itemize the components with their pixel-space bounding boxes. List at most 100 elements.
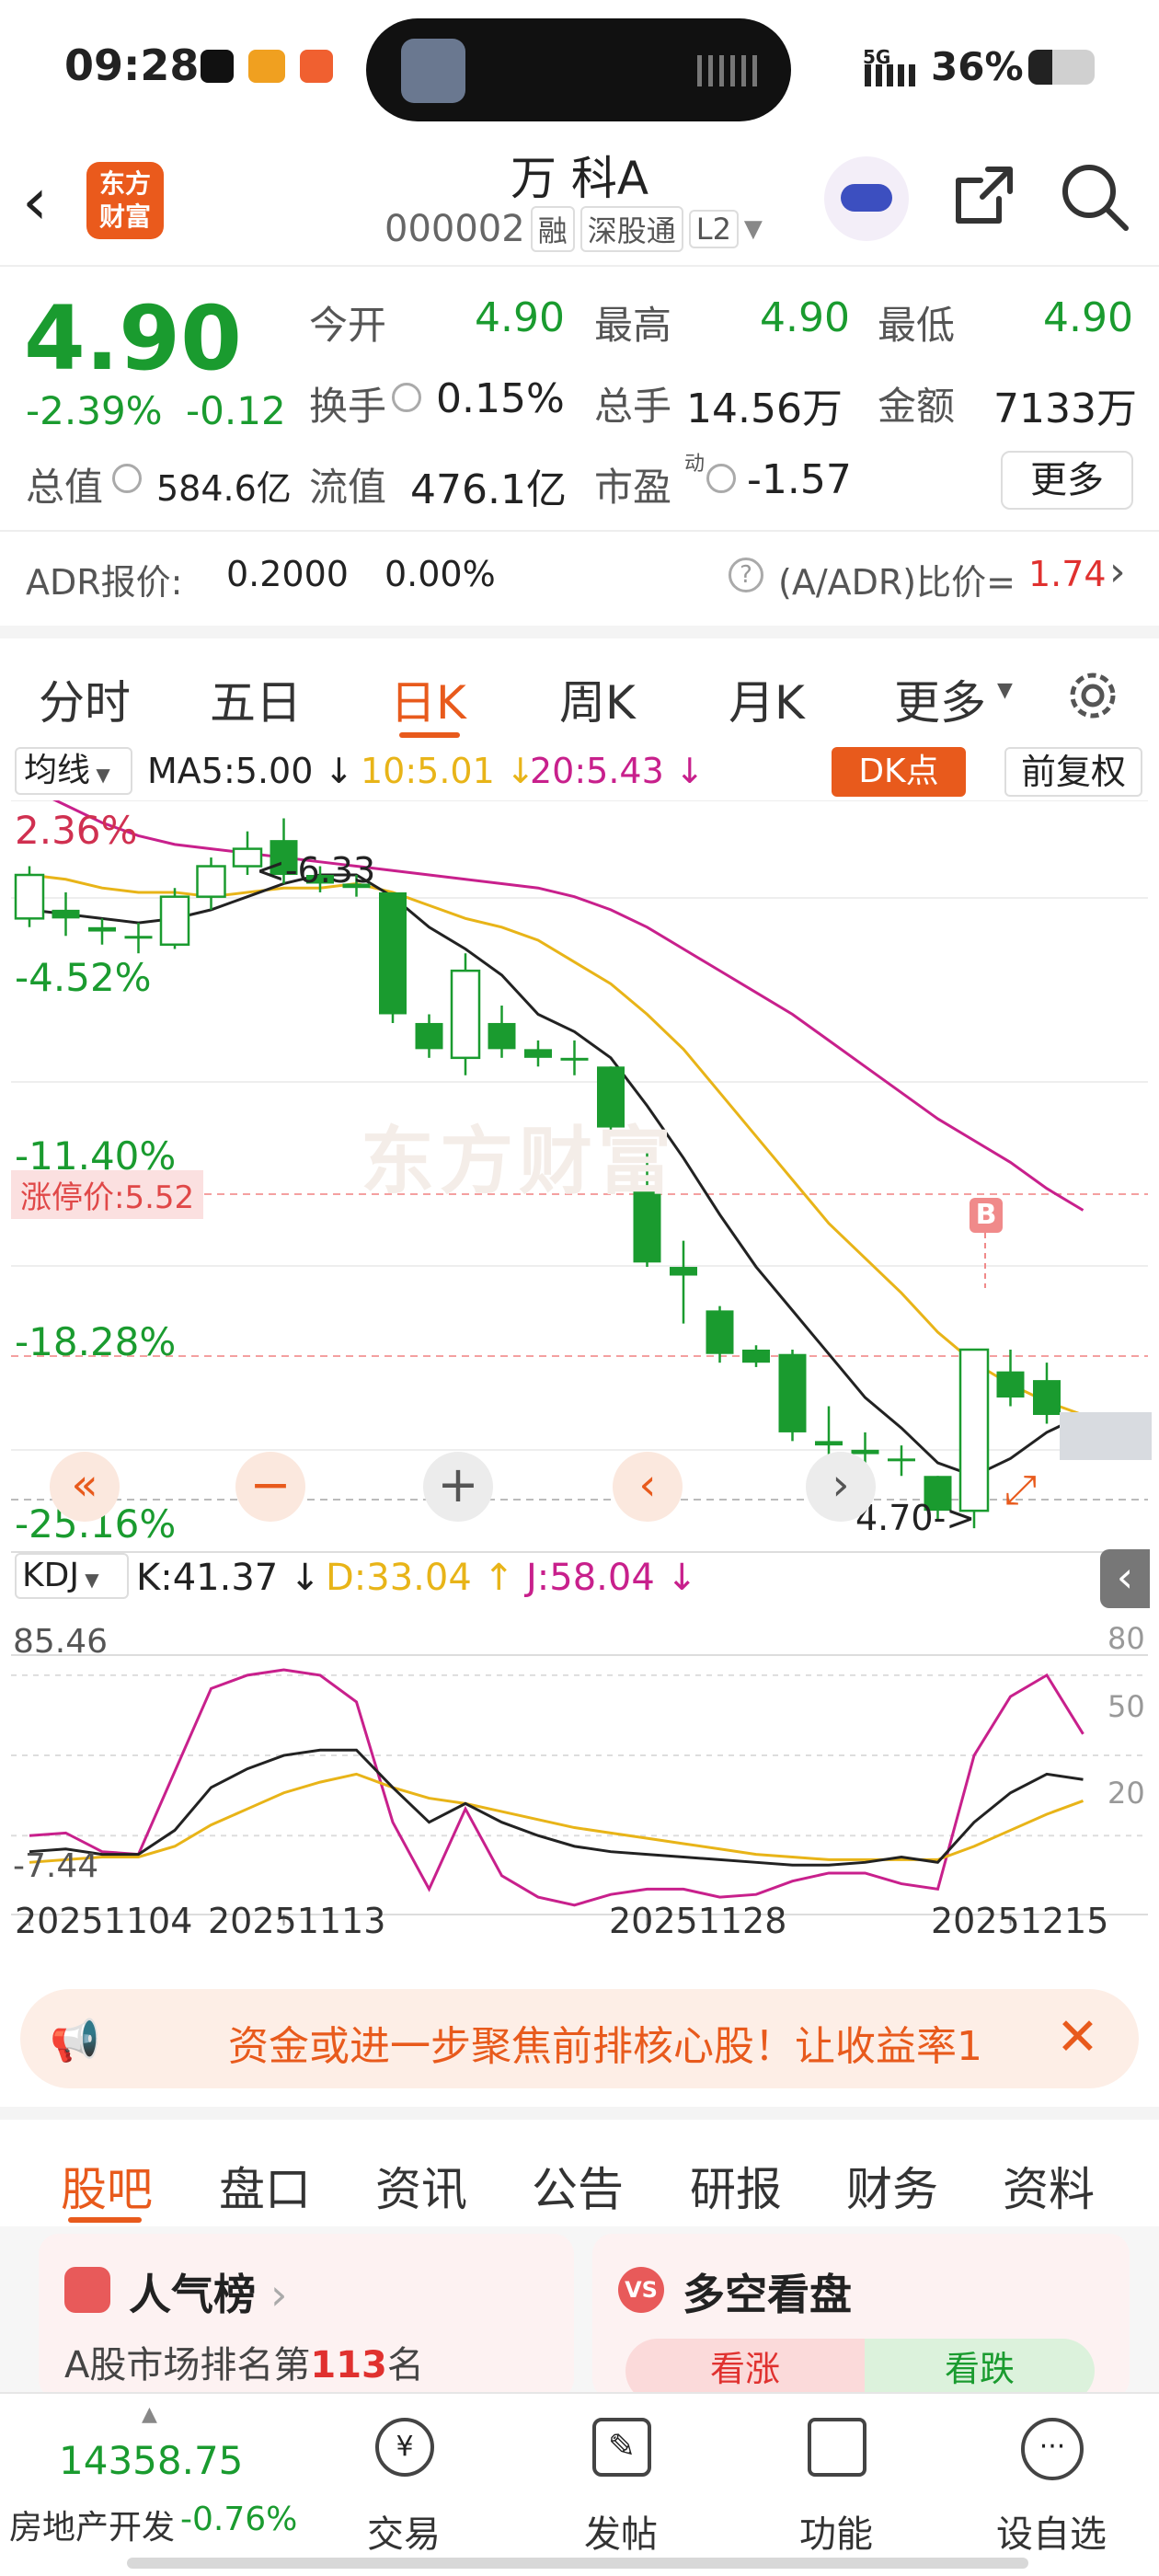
- quote-panel: 4.90 -2.39% -0.12 今开 4.90 最高 4.90 最低 4.9…: [0, 267, 1159, 626]
- active-tab-indicator: [68, 2217, 142, 2223]
- post-button[interactable]: ✎ 发帖: [515, 2394, 727, 2576]
- bull-bear-card[interactable]: VS 多空看盘 看涨 看跌: [592, 2234, 1130, 2403]
- content-tabs: 股吧 盘口 资讯 公告 研报 财务 资料: [0, 2107, 1159, 2226]
- scroll-left-icon[interactable]: ‹: [613, 1452, 683, 1522]
- share-icon[interactable]: [951, 162, 1017, 228]
- candle-body: [524, 1049, 552, 1058]
- high-annotation: <-6.33: [256, 850, 376, 891]
- chevron-down-icon: ▼: [743, 215, 763, 243]
- tab-daily-k[interactable]: 日K: [390, 666, 466, 732]
- date-label: 20251104: [15, 1901, 193, 1941]
- adr-ratio-label: (A/ADR)比价=: [778, 562, 1016, 603]
- limit-up-label: 涨停价:5.52: [11, 1170, 204, 1219]
- tab-order-book[interactable]: 盘口: [219, 2153, 311, 2219]
- audio-wave-icon: [697, 55, 762, 86]
- kdj-tick-50: 50: [1107, 1689, 1145, 1724]
- y-tick-top: 2.36%: [15, 808, 138, 853]
- tab-forum[interactable]: 股吧: [61, 2153, 153, 2219]
- chevron-right-icon[interactable]: ›: [1109, 548, 1126, 595]
- tab-finance[interactable]: 财务: [846, 2153, 938, 2219]
- amount-value: 7133万: [993, 385, 1137, 432]
- candle-body: [52, 909, 80, 919]
- cards-row: 人气榜 › A股市场排名第113名 VS 多空看盘 看涨 看跌: [0, 2226, 1159, 2403]
- media-thumbnail-icon: [401, 39, 465, 103]
- grid-icon: [808, 2418, 866, 2477]
- stock-name: 万 科A: [510, 152, 649, 205]
- pe-label: 市盈: [594, 465, 672, 510]
- ma20-legend: 20:5.43 ↓: [530, 751, 705, 791]
- tab-intraday[interactable]: 分时: [39, 666, 131, 732]
- tab-profile[interactable]: 资料: [1003, 2153, 1095, 2219]
- message-icon: [300, 50, 333, 83]
- tab-weekly-k[interactable]: 周K: [559, 666, 636, 732]
- popularity-title: 人气榜 ›: [129, 2270, 288, 2319]
- help-icon[interactable]: ?: [729, 558, 763, 592]
- indicator-selector[interactable]: KDJ ▼: [15, 1553, 129, 1599]
- zoom-in-icon[interactable]: +: [423, 1452, 493, 1522]
- candle-body: [196, 865, 226, 898]
- bull-bear-title: 多空看盘: [683, 2270, 852, 2319]
- pe-value: -1.57: [747, 456, 852, 503]
- battery-icon: [1028, 50, 1095, 85]
- tab-more[interactable]: 更多: [894, 666, 986, 732]
- candle-body: [706, 1310, 734, 1354]
- info-icon[interactable]: [392, 383, 421, 412]
- app-notification-icon: [201, 50, 234, 83]
- assistant-avatar-icon[interactable]: [824, 156, 909, 241]
- fullscreen-icon[interactable]: ⤢: [1004, 1466, 1037, 1513]
- app-logo[interactable]: 东方 财富: [86, 162, 164, 239]
- add-watchlist-button[interactable]: ··· 设自选: [946, 2394, 1157, 2576]
- zoom-out-icon[interactable]: −: [235, 1452, 305, 1522]
- sector-index-value[interactable]: 14358.75: [59, 2438, 243, 2483]
- candle-body: [1033, 1380, 1061, 1415]
- settings-gear-icon[interactable]: [1063, 666, 1122, 725]
- candle-body: [488, 1022, 516, 1050]
- scroll-start-icon[interactable]: «: [50, 1452, 120, 1522]
- close-icon[interactable]: ✕: [1056, 2007, 1099, 2067]
- promo-banner[interactable]: 📢 资金或进一步聚焦前排核心股！让收益率1 ✕: [20, 1989, 1139, 2088]
- info-icon[interactable]: [706, 464, 736, 493]
- popularity-card[interactable]: 人气榜 › A股市场排名第113名: [39, 2234, 574, 2399]
- tab-five-day[interactable]: 五日: [210, 666, 302, 732]
- sector-name[interactable]: 房地产开发: [9, 2501, 175, 2548]
- divider: [0, 530, 1159, 532]
- tab-monthly-k[interactable]: 月K: [729, 666, 805, 732]
- search-icon[interactable]: [1058, 160, 1131, 234]
- dk-point-button[interactable]: DK点: [832, 747, 966, 797]
- kdj-y-min: -7.44: [13, 1847, 99, 1885]
- collapse-panel-icon[interactable]: ‹: [1100, 1549, 1150, 1608]
- back-icon[interactable]: ‹: [22, 164, 48, 239]
- popularity-subtitle: A股市场排名第113名: [64, 2344, 424, 2386]
- candle-body: [124, 936, 153, 939]
- kdj-tick-80: 80: [1107, 1621, 1145, 1656]
- info-icon[interactable]: [112, 464, 142, 493]
- scroll-right-icon[interactable]: ›: [806, 1452, 876, 1522]
- functions-button[interactable]: 功能: [730, 2394, 942, 2576]
- trade-button[interactable]: ¥ 交易: [298, 2394, 510, 2576]
- candle-body: [996, 1371, 1025, 1398]
- adjust-button[interactable]: 前复权: [1004, 747, 1142, 797]
- more-dots-icon: ···: [1021, 2418, 1084, 2480]
- j-legend: J:58.04 ↓: [526, 1557, 698, 1599]
- low-value: 4.90: [1043, 294, 1133, 341]
- kline-svg[interactable]: [0, 800, 1159, 1969]
- tag-level2: L2: [688, 210, 739, 248]
- battery-percent: 36%: [931, 44, 1024, 89]
- tab-announcements[interactable]: 公告: [532, 2153, 624, 2219]
- k-legend: K:41.37 ↓: [136, 1557, 321, 1599]
- nav-bar: ‹ 东方 财富 万 科A 000002 融 深股通 L2 ▼: [0, 138, 1159, 267]
- clock: 09:28: [64, 40, 200, 90]
- buy-marker[interactable]: B: [970, 1198, 1003, 1233]
- bottom-bar: 14358.75 ▲ 房地产开发 -0.76% ¥ 交易 ✎ 发帖 功能 ···…: [0, 2392, 1159, 2576]
- chevron-down-icon: ▼: [997, 679, 1013, 702]
- ma-selector[interactable]: 均线 ▼: [15, 747, 132, 795]
- volume-value: 14.56万: [686, 385, 843, 432]
- ma10-legend: 10:5.01 ↓: [361, 751, 535, 791]
- more-button[interactable]: 更多: [1001, 451, 1133, 510]
- adr-change: 0.00%: [384, 554, 496, 594]
- edit-icon: ✎: [592, 2418, 651, 2477]
- tab-research[interactable]: 研报: [690, 2153, 782, 2219]
- candle-body: [560, 1057, 589, 1061]
- stock-code-row[interactable]: 000002 融 深股通 L2 ▼: [384, 206, 763, 252]
- tab-news[interactable]: 资讯: [375, 2153, 467, 2219]
